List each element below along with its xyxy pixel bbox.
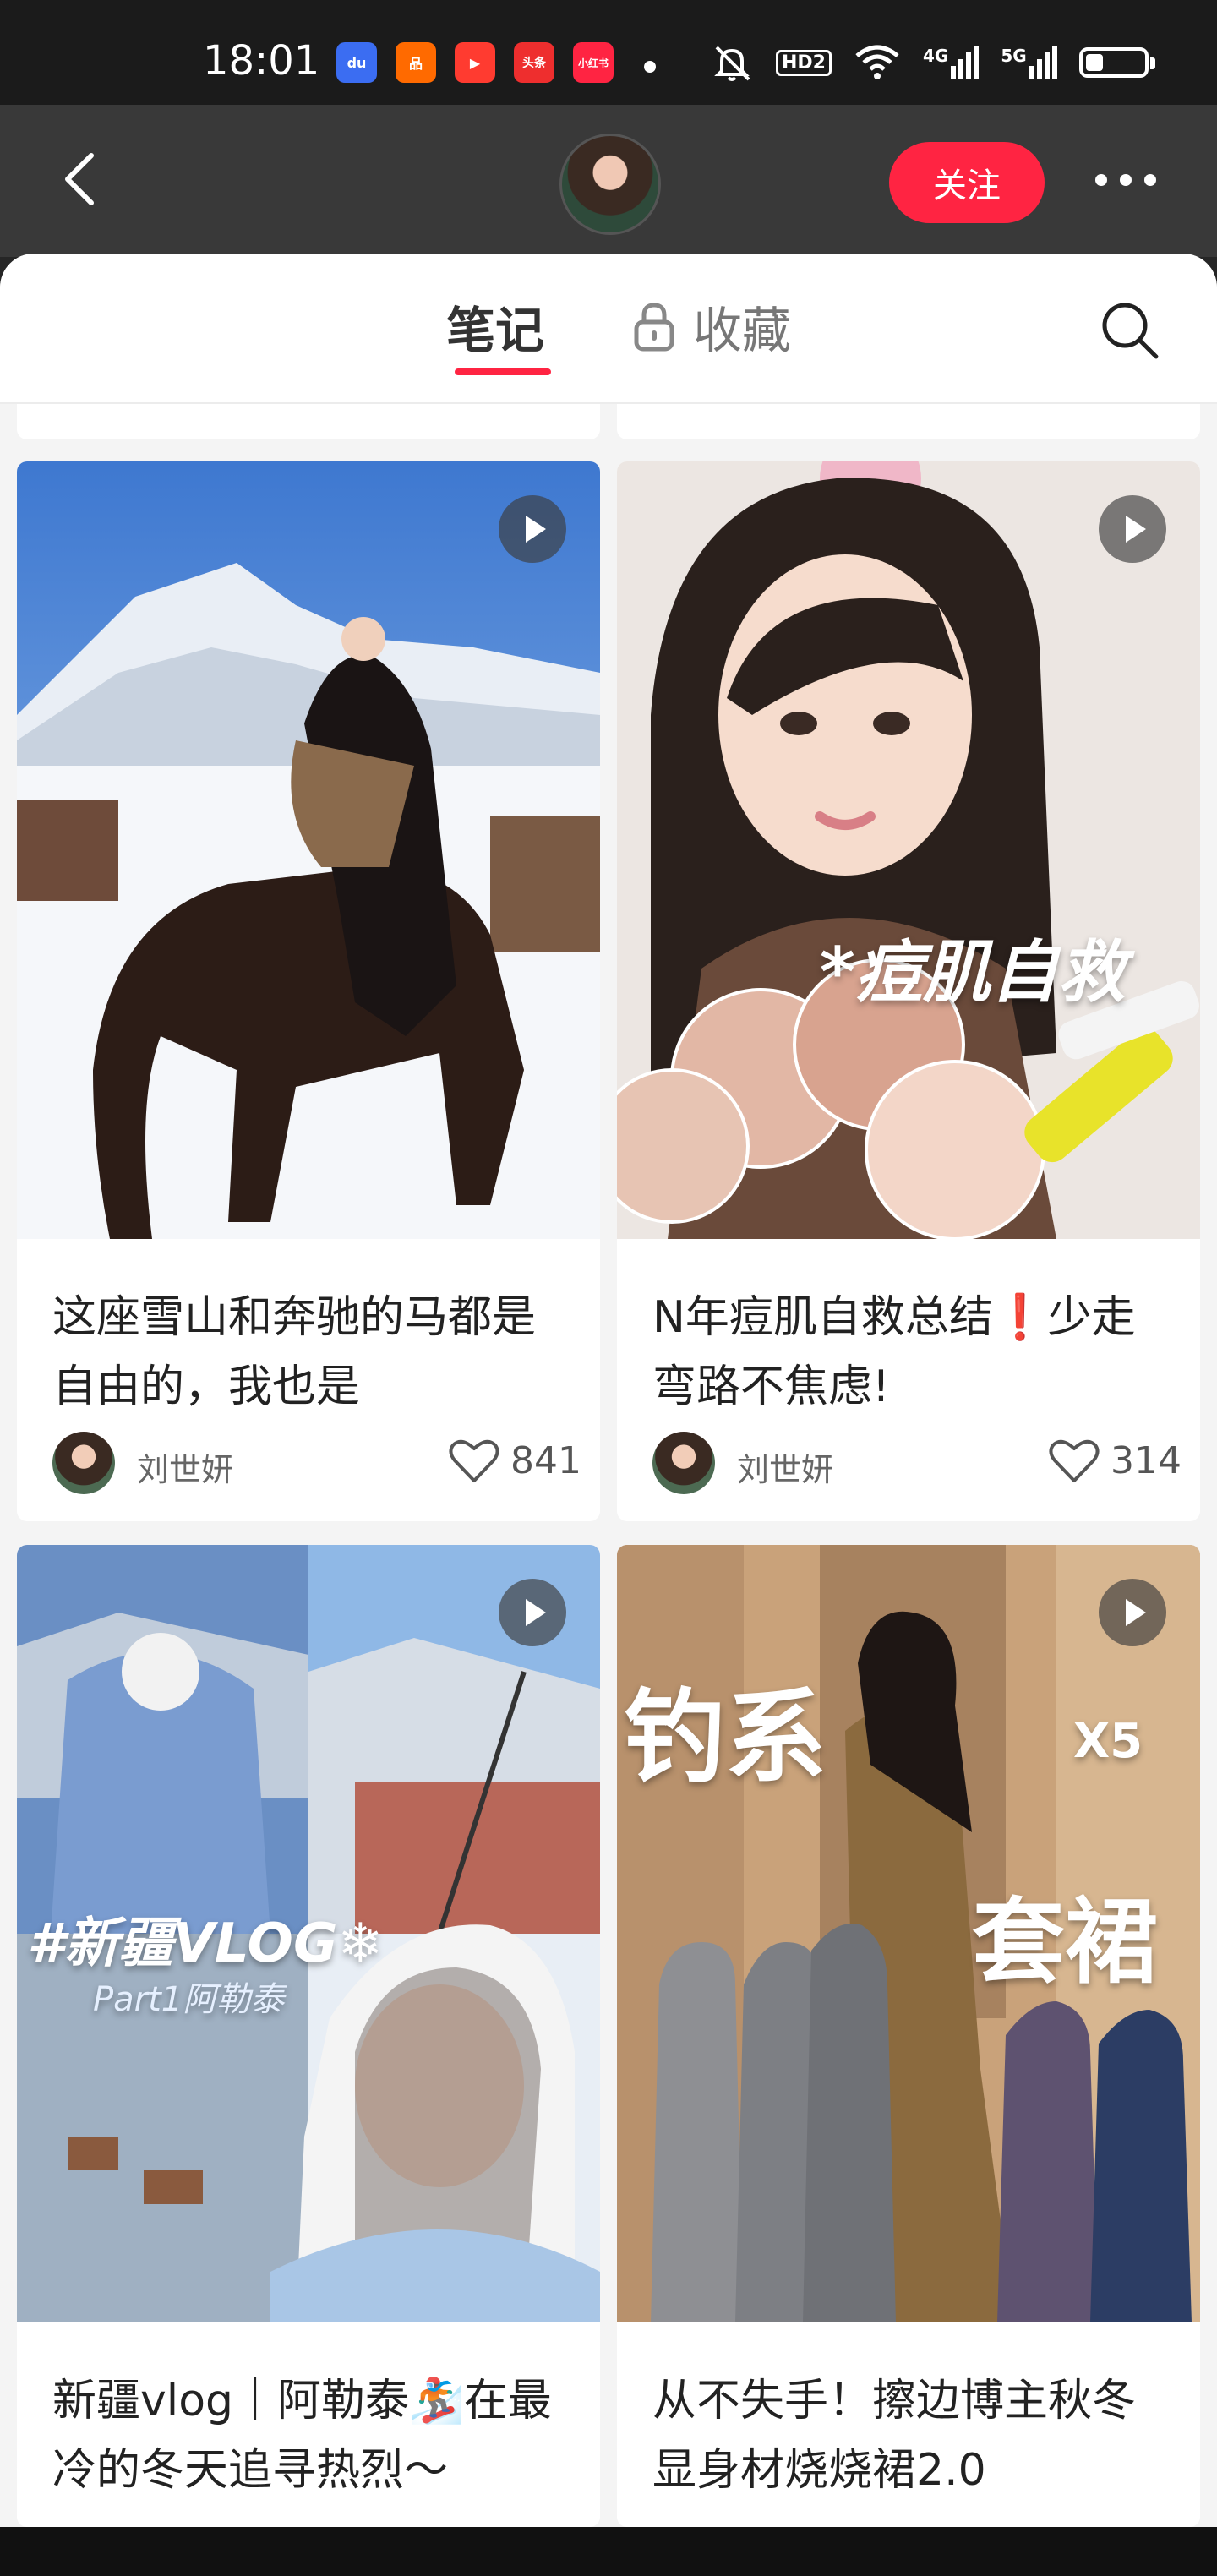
heart-icon [1049,1439,1100,1482]
author-avatar[interactable] [652,1432,715,1494]
note-card[interactable]: 这座雪山和奔驰的马都是自由的，我也是 刘世妍 841 [17,461,600,1521]
mute-icon [714,46,750,81]
author-avatar[interactable] [52,1432,115,1494]
active-tab-indicator [455,368,551,375]
tab-collect-label: 收藏 [693,302,792,359]
signal-5g-icon: 5G [1001,46,1057,79]
like-button[interactable]: 841 [448,1437,581,1484]
signal-4g-icon: 4G [923,46,980,79]
profile-avatar[interactable] [559,134,661,235]
notes-sheet: 笔记 收藏 这座雪山和奔驰的马都是自由的，我也是 刘世妍 841 *痘肌自救 N… [0,254,1217,2527]
cover-caption: 钓系 [624,1679,827,1797]
status-time: 18:01 [203,37,320,85]
note-title: 这座雪山和奔驰的马都是自由的，我也是 [52,1292,537,1412]
like-count: 841 [510,1438,581,1482]
cover-caption-3: X5 [1073,1714,1143,1769]
note-title: 从不失手！擦边博主秋冬显身材烧烧裙2.0 [652,2376,1137,2496]
baidu-icon: du [336,42,377,83]
like-button[interactable]: 314 [1048,1437,1182,1484]
note-title: N年痘肌自救总结❗少走弯路不焦虑! [652,1292,1136,1412]
previous-note-card[interactable] [617,402,1200,439]
toutiao-icon: 头条 [514,42,554,83]
note-cover-image [17,461,600,1239]
video-play-icon [499,1579,566,1646]
wifi-icon [855,45,899,79]
note-cover-image: 钓系 套裙 X5 [617,1545,1200,2322]
previous-note-card[interactable] [17,402,600,439]
note-cover-image: #新疆VLOG❄ Part1阿勒泰 [17,1545,600,2322]
hd-badge: HD2 [776,49,832,76]
cover-subcaption: Part1阿勒泰 [93,1980,285,2019]
cover-caption-2: 套裙 [972,1888,1158,1996]
tab-collect[interactable]: 收藏 [632,291,791,362]
back-arrow-icon[interactable] [51,145,118,213]
tab-notes[interactable]: 笔记 [446,291,544,362]
system-nav-bar [0,2527,1217,2576]
battery-icon [1078,47,1155,78]
follow-button[interactable]: 关注 [889,142,1045,223]
xiaohongshu-icon: 小红书 [573,42,614,83]
lock-icon [634,303,674,352]
profile-header: 关注 [0,105,1217,257]
tab-bar: 笔记 收藏 [0,254,1217,404]
status-bar: 18:01 du 品 ▶ 头条 小红书 HD2 4G 5G [0,0,1217,105]
video-play-icon [1099,1579,1166,1646]
author-name[interactable]: 刘世妍 [137,1444,233,1490]
notification-icons: du 品 ▶ 头条 小红书 [336,42,614,83]
cover-caption: *痘肌自救 [820,933,1126,1012]
cover-caption: #新疆VLOG❄ [27,1913,384,1975]
notification-dot-icon [644,61,656,73]
note-meta: 刘世妍 841 [52,1432,581,1499]
video-play-icon [499,495,566,563]
video-play-icon [1099,495,1166,563]
heart-icon [449,1439,499,1482]
app-grid-icon: 品 [396,42,436,83]
video-icon: ▶ [455,42,495,83]
search-icon[interactable] [1097,297,1161,362]
note-cover-image: *痘肌自救 [617,461,1200,1239]
note-title: 新疆vlog｜阿勒泰🏂在最冷的冬天追寻热烈～ [52,2376,552,2496]
author-name[interactable]: 刘世妍 [737,1444,833,1490]
note-meta: 刘世妍 314 [652,1432,1182,1499]
note-card[interactable]: #新疆VLOG❄ Part1阿勒泰 新疆vlog｜阿勒泰🏂在最冷的冬天追寻热烈～ [17,1545,600,2527]
like-count: 314 [1111,1438,1182,1482]
more-options-icon[interactable] [1095,167,1156,193]
note-card[interactable]: *痘肌自救 N年痘肌自救总结❗少走弯路不焦虑! 刘世妍 314 [617,461,1200,1521]
note-card[interactable]: 钓系 套裙 X5 从不失手！擦边博主秋冬显身材烧烧裙2.0 [617,1545,1200,2527]
